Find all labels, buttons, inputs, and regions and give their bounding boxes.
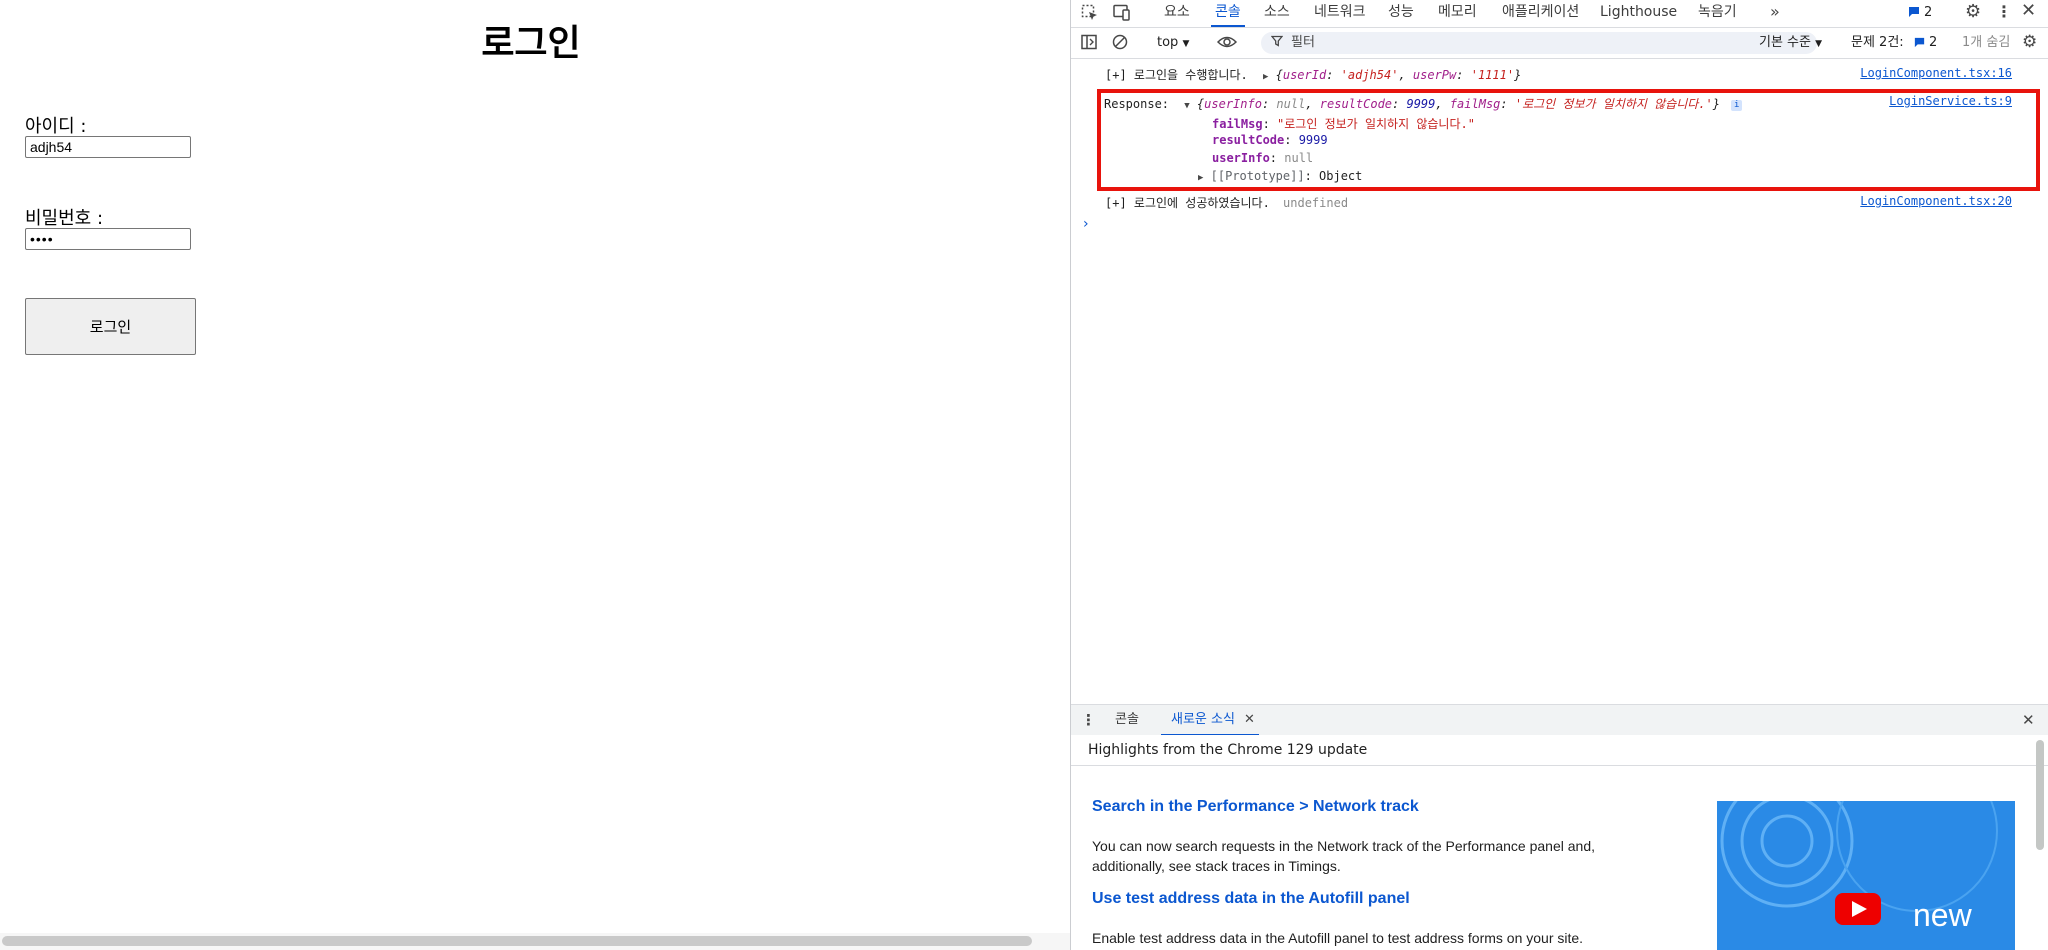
- news-item-title[interactable]: Search in the Performance > Network trac…: [1092, 798, 1419, 816]
- page-title: 로그인: [481, 23, 581, 64]
- more-tabs-icon[interactable]: »: [1770, 3, 1780, 21]
- filter-placeholder: 필터: [1291, 35, 1315, 50]
- issues-badge-icon[interactable]: [1913, 35, 1926, 53]
- highlight-annotation-box: [1097, 89, 2040, 191]
- tab-console[interactable]: 콘솔: [1211, 0, 1245, 27]
- drawer-tab-label: 새로운 소식: [1171, 712, 1235, 727]
- id-input[interactable]: [25, 136, 191, 158]
- object-value: 'adjh54': [1340, 68, 1399, 82]
- log-level-selector[interactable]: 기본 수준 ▼: [1759, 30, 1822, 56]
- promo-text: new: [1913, 897, 1972, 933]
- login-button[interactable]: 로그인: [25, 298, 196, 355]
- password-input[interactable]: ••••: [25, 228, 191, 250]
- tab-lighthouse[interactable]: Lighthouse: [1600, 0, 1677, 26]
- issues-badge-count[interactable]: 2: [1929, 30, 1937, 56]
- close-drawer-icon[interactable]: ✕: [2022, 711, 2035, 729]
- object-preview[interactable]: {userId: 'adjh54', userPw: '1111'}: [1276, 68, 1522, 82]
- device-toolbar-icon[interactable]: [1111, 4, 1131, 26]
- clear-console-icon[interactable]: [1112, 34, 1128, 54]
- inspect-element-icon[interactable]: [1081, 4, 1099, 26]
- console-message: [+] 로그인을 수행합니다. ▶ {userId: 'adjh54', use…: [1105, 66, 1521, 83]
- close-devtools-icon[interactable]: ✕: [2021, 2, 2036, 20]
- console-toolbar: top ▼ 필터 기본 수준 ▼ 문제 2건: 2 1개 숨김 ⚙: [1071, 28, 2048, 59]
- horizontal-scrollbar[interactable]: [0, 933, 1070, 950]
- sidebar-toggle-icon[interactable]: [1081, 34, 1097, 54]
- object-key: userPw: [1412, 68, 1457, 82]
- console-prompt-icon[interactable]: ›: [1083, 216, 1089, 232]
- web-page: 로그인 아이디 : 비밀번호 : •••• 로그인: [0, 0, 1070, 950]
- id-label: 아이디 :: [25, 116, 87, 137]
- filter-icon: [1270, 32, 1284, 54]
- console-settings-gear-icon[interactable]: ⚙: [2022, 33, 2037, 51]
- tab-sources[interactable]: 소스: [1264, 0, 1290, 26]
- live-expression-eye-icon[interactable]: [1216, 34, 1238, 54]
- drawer-tab-whats-new[interactable]: 새로운 소식 ✕: [1161, 705, 1259, 736]
- password-label: 비밀번호 :: [25, 208, 104, 229]
- dropdown-arrow-icon: ▼: [1182, 39, 1190, 49]
- scrollbar-thumb[interactable]: [2, 936, 1032, 946]
- tab-application[interactable]: 애플리케이션: [1502, 0, 1579, 26]
- tab-memory[interactable]: 메모리: [1438, 0, 1477, 26]
- drawer-tabbar: ⋮ 콘솔 새로운 소식 ✕ ✕: [1071, 704, 2048, 736]
- issues-count[interactable]: 2: [1924, 0, 1932, 26]
- object-value: '1111': [1470, 68, 1515, 82]
- expand-triangle-icon[interactable]: ▶: [1263, 72, 1268, 82]
- whats-new-header-text: Highlights from the Chrome 129 update: [1088, 742, 1368, 758]
- news-item-body: Enable test address data in the Autofill…: [1092, 930, 1584, 946]
- hidden-count: 1개 숨김: [1962, 35, 2011, 50]
- object-key: userId: [1282, 68, 1327, 82]
- vertical-scrollbar-thumb[interactable]: [2036, 740, 2044, 850]
- log-level-label: 기본 수준: [1759, 35, 1811, 50]
- whats-new-panel: Highlights from the Chrome 129 update Se…: [1071, 735, 2048, 950]
- message-value: undefined: [1283, 196, 1349, 210]
- devtools-panel: 요소 콘솔 소스 네트워크 성능 메모리 애플리케이션 Lighthouse 녹…: [1070, 0, 2048, 950]
- news-item-body: You can now search requests in the Netwo…: [1092, 838, 1595, 874]
- issues-label[interactable]: 문제 2건:: [1851, 30, 1904, 56]
- devtools-tabbar: 요소 콘솔 소스 네트워크 성능 메모리 애플리케이션 Lighthouse 녹…: [1071, 0, 2048, 28]
- tab-performance[interactable]: 성능: [1388, 0, 1414, 26]
- message-text: [+] 로그인을 수행합니다.: [1105, 68, 1248, 82]
- tab-recorder[interactable]: 녹음기: [1698, 0, 1737, 26]
- drawer-tab-console[interactable]: 콘솔: [1115, 705, 1139, 735]
- issues-message-icon[interactable]: [1907, 5, 1921, 23]
- news-item-title[interactable]: Use test address data in the Autofill pa…: [1092, 890, 1410, 908]
- tab-elements[interactable]: 요소: [1164, 0, 1190, 26]
- whats-new-header: Highlights from the Chrome 129 update: [1071, 735, 2048, 766]
- filter-input[interactable]: 필터: [1261, 32, 1817, 54]
- dropdown-arrow-icon: ▼: [1815, 39, 1823, 49]
- brace: }: [1514, 68, 1522, 82]
- context-label: top: [1157, 35, 1179, 50]
- drawer-menu-icon[interactable]: ⋮: [1081, 711, 1096, 729]
- message-text: [+] 로그인에 성공하였습니다.: [1105, 196, 1270, 210]
- close-tab-icon[interactable]: ✕: [1244, 705, 1255, 735]
- source-link[interactable]: LoginComponent.tsx:16: [1860, 66, 2012, 80]
- promo-video-thumbnail[interactable]: new: [1717, 801, 2015, 950]
- brace: {: [1275, 68, 1283, 82]
- source-link[interactable]: LoginComponent.tsx:20: [1860, 194, 2012, 208]
- context-selector[interactable]: top ▼: [1157, 30, 1189, 56]
- settings-gear-icon[interactable]: ⚙: [1965, 3, 1981, 21]
- tab-network[interactable]: 네트워크: [1314, 0, 1366, 26]
- console-message: [+] 로그인에 성공하였습니다. undefined: [1105, 194, 1348, 211]
- more-options-icon[interactable]: ⋮: [1996, 3, 2012, 21]
